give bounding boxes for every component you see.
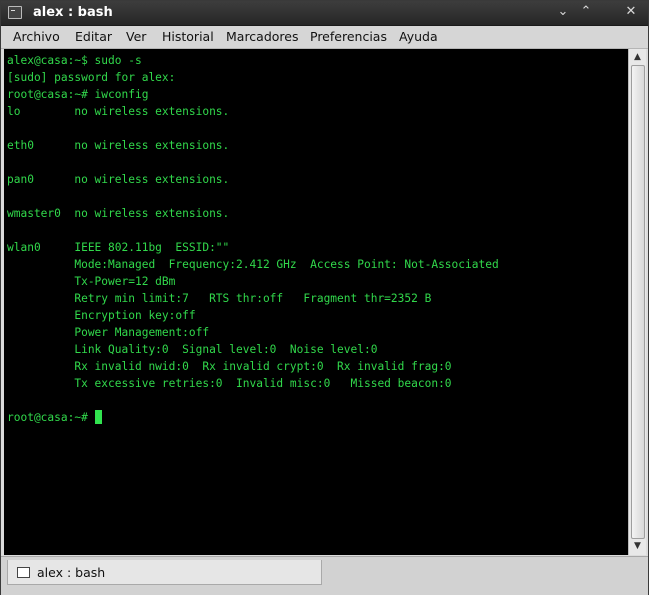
terminal-text: alex@casa:~$ sudo -s [sudo] password for… <box>7 52 499 426</box>
vertical-scrollbar[interactable]: ▲ ▼ <box>628 49 646 555</box>
scroll-up-arrow-icon[interactable]: ▲ <box>629 50 646 64</box>
menu-marcadores[interactable]: Marcadores <box>226 29 299 44</box>
minimize-icon[interactable]: ⌄ <box>554 3 572 21</box>
maximize-icon[interactable]: ⌃ <box>577 3 595 21</box>
close-icon[interactable]: ✕ <box>622 3 640 21</box>
menu-ver[interactable]: Ver <box>126 29 146 44</box>
terminal-tab-icon <box>17 567 30 578</box>
terminal-lines: alex@casa:~$ sudo -s [sudo] password for… <box>7 54 499 390</box>
window-title: alex : bash <box>33 5 113 20</box>
tab-alex-bash[interactable]: alex : bash <box>7 560 322 585</box>
terminal-window: alex : bash ⌄ ⌃ ✕ Archivo Editar Ver His… <box>0 0 649 595</box>
terminal-prompt: root@casa:~# <box>7 411 95 424</box>
scrollbar-thumb[interactable] <box>631 65 645 539</box>
text-cursor <box>94 410 102 424</box>
menu-editar[interactable]: Editar <box>75 29 112 44</box>
title-bar[interactable]: alex : bash ⌄ ⌃ ✕ <box>1 1 648 26</box>
tab-bar: alex : bash <box>1 556 648 595</box>
menu-ayuda[interactable]: Ayuda <box>399 29 438 44</box>
scroll-down-arrow-icon[interactable]: ▼ <box>629 539 646 553</box>
menu-historial[interactable]: Historial <box>162 29 214 44</box>
menu-archivo[interactable]: Archivo <box>13 29 60 44</box>
tab-label: alex : bash <box>37 565 106 580</box>
menu-preferencias[interactable]: Preferencias <box>310 29 387 44</box>
terminal-output-area[interactable]: alex@casa:~$ sudo -s [sudo] password for… <box>4 49 628 555</box>
terminal-icon[interactable] <box>8 6 22 19</box>
menu-bar: Archivo Editar Ver Historial Marcadores … <box>1 26 648 49</box>
